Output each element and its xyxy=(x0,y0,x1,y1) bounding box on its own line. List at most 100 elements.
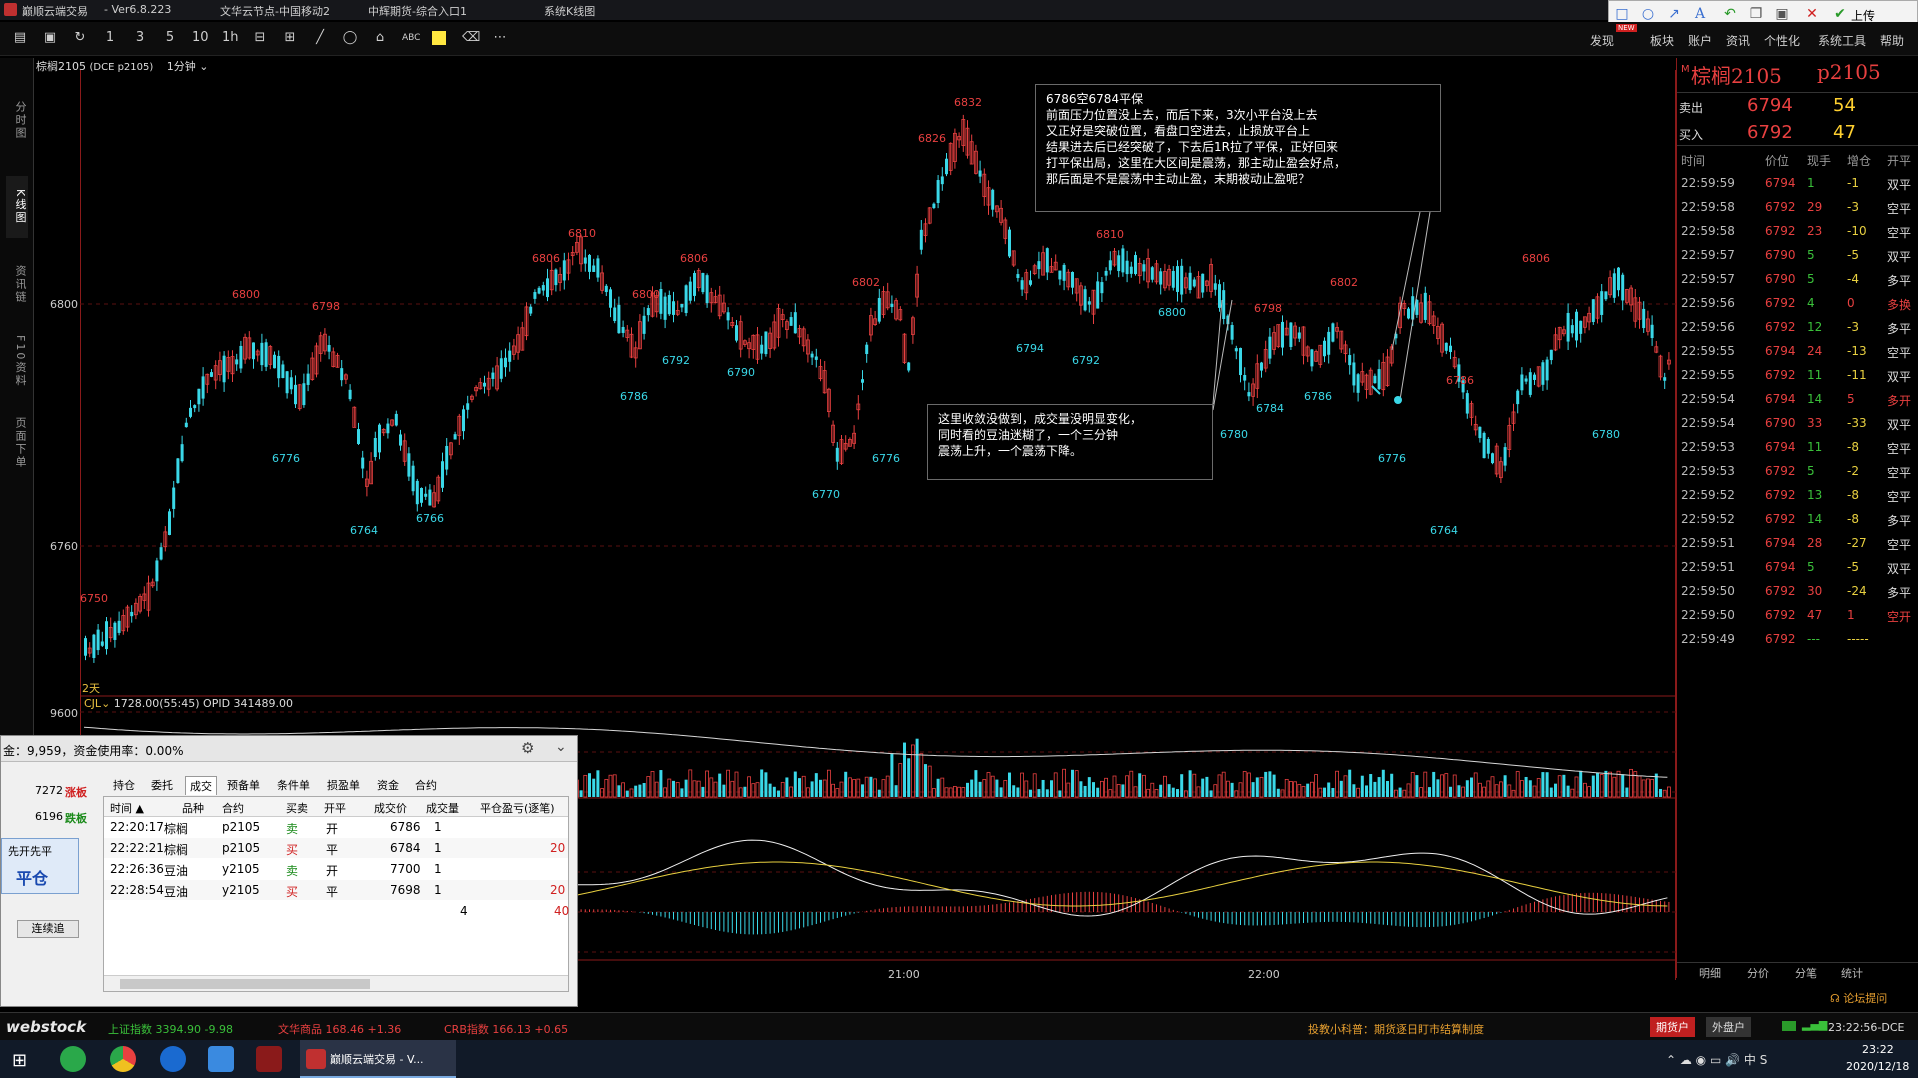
tick-type: 双平 xyxy=(1887,370,1912,384)
trade-tab-3[interactable]: 预备单 xyxy=(223,776,264,794)
th-openclose[interactable]: 开平 xyxy=(324,800,346,816)
tick-volume: --- xyxy=(1807,632,1820,646)
volume-bar xyxy=(1071,769,1074,797)
volume-bar xyxy=(1125,775,1129,798)
volume-bar xyxy=(995,779,999,797)
file-app-icon[interactable] xyxy=(208,1046,234,1072)
tab-stats[interactable]: 统计 xyxy=(1841,965,1863,981)
volume-bar xyxy=(1096,787,1100,797)
volume-bar xyxy=(932,788,936,798)
tick-time: 22:59:53 xyxy=(1681,440,1735,454)
scroll-thumb[interactable] xyxy=(120,979,370,989)
candle-body xyxy=(529,306,533,314)
trade-row[interactable]: 22:28:54 豆油 y2105 买 平 7698 1 20 xyxy=(104,880,568,900)
chart-app-icon[interactable] xyxy=(256,1046,282,1072)
volume-bar xyxy=(1574,776,1579,798)
th-qty[interactable]: 成交量 xyxy=(426,800,459,816)
candle-body xyxy=(533,292,537,299)
tick-type: 双平 xyxy=(1887,250,1912,264)
tick-row: 22:59:54 6790 33 -33 双平 xyxy=(1677,412,1918,436)
candle-body xyxy=(1549,349,1553,361)
tick-row: 22:59:53 6794 11 -8 空平 xyxy=(1677,436,1918,460)
candle-body xyxy=(1083,289,1087,311)
close-position-button[interactable]: 平仓 xyxy=(16,865,48,889)
annotation-note-top[interactable]: 6786空6784平保 前面压力位置没上去，而后下来，3次小平台没上去 又正好是… xyxy=(1035,84,1441,212)
tick-oi-change: -33 xyxy=(1847,416,1867,430)
tray-icons[interactable]: ⌃ ☁ ◉ ▭ 🔊 中 S xyxy=(1666,1051,1767,1068)
volume-bar xyxy=(948,787,953,798)
tick-volume: 47 xyxy=(1807,608,1823,622)
volume-bar xyxy=(974,770,978,797)
foreign-account-button[interactable]: 外盘户 xyxy=(1706,1017,1751,1037)
volume-bar xyxy=(1045,789,1049,797)
candle-body xyxy=(1045,248,1049,273)
gear-icon[interactable]: ⚙ xyxy=(521,739,534,757)
trade-row[interactable]: 22:26:36 豆油 y2105 卖 开 7700 1 xyxy=(104,859,568,879)
tab-detail[interactable]: 明细 xyxy=(1699,965,1721,981)
th-time[interactable]: 时间 ▲ xyxy=(110,800,144,816)
volume-bar xyxy=(751,783,756,798)
volume-bar xyxy=(772,786,776,797)
th-variety[interactable]: 品种 xyxy=(182,800,204,816)
volume-bar xyxy=(1545,772,1549,797)
price-low-label: 6764 xyxy=(350,524,378,537)
volume-bar xyxy=(1629,768,1633,798)
close-order-box[interactable]: 先开先平 平仓 xyxy=(1,838,79,894)
volume-bar xyxy=(755,782,760,798)
note-line: 那后面是不是震荡中主动止盈，末期被动止盈呢？ xyxy=(1046,172,1311,186)
taskbar-active-app[interactable]: 巅顺云端交易 - V... xyxy=(300,1040,456,1078)
trade-tab-0[interactable]: 持仓 xyxy=(109,776,139,794)
forum-link[interactable]: ☊ 论坛提问 xyxy=(1830,990,1887,1006)
trade-tab-6[interactable]: 资金 xyxy=(373,776,403,794)
tick-oi-change: -8 xyxy=(1847,488,1859,502)
tick-price: 6794 xyxy=(1765,560,1796,574)
windows-start-icon[interactable]: ⊞ xyxy=(12,1050,27,1071)
tray-date[interactable]: 2020/12/18 xyxy=(1846,1060,1909,1073)
index-wenhua[interactable]: 文华商品 168.46 +1.36 xyxy=(278,1021,401,1037)
chase-button[interactable]: 连续追 xyxy=(17,920,79,938)
tick-row: 22:59:54 6794 14 5 多开 xyxy=(1677,388,1918,412)
volume-bar xyxy=(1079,781,1083,797)
futures-account-button[interactable]: 期货户 xyxy=(1650,1017,1695,1037)
trade-tab-2[interactable]: 成交 xyxy=(185,776,217,795)
trade-tab-5[interactable]: 损盈单 xyxy=(323,776,364,794)
candle-body xyxy=(1071,271,1074,288)
chevron-down-icon[interactable]: ⌄ xyxy=(101,697,114,710)
tick-type: 空平 xyxy=(1887,466,1912,480)
th-price[interactable]: 成交价 xyxy=(374,800,407,816)
index-shanghai[interactable]: 上证指数 3394.90 -9.98 xyxy=(108,1021,233,1037)
notice-ticker[interactable]: 投教小科普：期货逐日盯市结算制度 xyxy=(1308,1021,1484,1037)
tab-ticks[interactable]: 分笔 xyxy=(1795,965,1817,981)
index-crb[interactable]: CRB指数 166.13 +0.65 xyxy=(444,1021,568,1037)
k-app-icon[interactable] xyxy=(160,1046,186,1072)
candle-body xyxy=(596,258,600,278)
candle-body xyxy=(445,445,449,470)
price-high-label: 6786 xyxy=(1446,374,1474,387)
tick-volume: 23 xyxy=(1807,224,1823,238)
volume-bar xyxy=(764,772,768,797)
trade-tab-1[interactable]: 委托 xyxy=(147,776,177,794)
volume-bar xyxy=(1142,774,1146,798)
bid-volume: 47 xyxy=(1833,122,1856,143)
horizontal-scrollbar[interactable] xyxy=(104,975,568,991)
th-contract[interactable]: 合约 xyxy=(222,800,244,816)
trade-tab-7[interactable]: 合约 xyxy=(411,776,441,794)
price-low-label: 6776 xyxy=(872,452,900,465)
wechat-icon[interactable] xyxy=(60,1046,86,1072)
tab-price-dist[interactable]: 分价 xyxy=(1747,965,1769,981)
tray-time[interactable]: 23:22 xyxy=(1862,1043,1894,1056)
annotation-note-bottom[interactable]: 这里收敛没做到，成交量没明显变化， 同时看的豆油迷糊了，一个三分钟 震荡上升，一… xyxy=(927,404,1213,480)
trade-row[interactable]: 22:22:21 棕榈 p2105 买 平 6784 1 20 xyxy=(104,838,568,858)
collapse-icon[interactable]: ⌄ xyxy=(555,739,567,755)
candle-body xyxy=(1423,292,1427,320)
volume-indicator-select[interactable]: CJL xyxy=(84,697,101,710)
trade-tab-4[interactable]: 条件单 xyxy=(273,776,314,794)
th-side[interactable]: 买卖 xyxy=(286,800,308,816)
trade-row[interactable]: 22:20:17 棕榈 p2105 卖 开 6786 1 xyxy=(104,817,568,837)
th-pnl[interactable]: 平仓盈亏(逐笔) xyxy=(480,800,555,816)
chrome-icon[interactable] xyxy=(110,1046,136,1072)
volume-bar xyxy=(1444,773,1449,798)
volume-bar xyxy=(1436,779,1440,797)
tick-row: 22:59:55 6794 24 -13 空平 xyxy=(1677,340,1918,364)
volume-bar xyxy=(1196,786,1201,798)
